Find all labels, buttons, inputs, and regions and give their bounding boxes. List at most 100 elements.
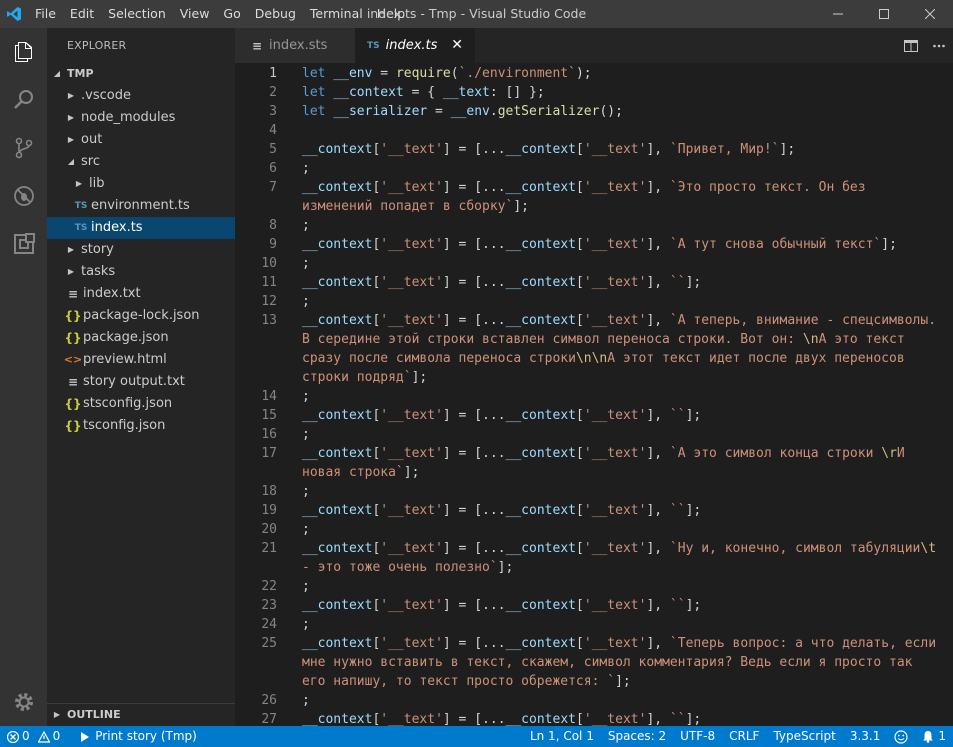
code-token: __text [442, 85, 490, 100]
code-line: 15 __context['__text'] = [...__context['_… [235, 406, 953, 425]
code-editor[interactable]: 1 let __env = require(`./environment`); 2 l… [235, 63, 953, 726]
code-token: '__text' [583, 275, 647, 290]
notifications[interactable]: 1 [915, 726, 953, 747]
menu-terminal[interactable]: Terminal [303, 0, 370, 28]
tree-item[interactable]: ≡ index.txt [47, 283, 235, 305]
gear-icon[interactable] [0, 678, 47, 726]
line-number: 5 [269, 142, 277, 157]
tab-index-ts[interactable]: TS index.ts ✕ [355, 28, 475, 63]
bell-icon [923, 731, 934, 743]
menu-edit[interactable]: Edit [63, 0, 101, 28]
line-number: 27 [261, 712, 277, 726]
minimize-icon[interactable] [815, 0, 861, 28]
close-icon[interactable] [907, 0, 953, 28]
code-token: '__text' [583, 712, 647, 726]
smiley-icon[interactable] [887, 729, 915, 744]
tree-item[interactable]: {} package.json [47, 327, 235, 349]
search-icon[interactable] [0, 76, 47, 124]
cursor-position[interactable]: Ln 1, Col 1 [523, 726, 601, 747]
chevron-down-icon: ◢ [67, 157, 75, 166]
file-lines-icon: ≡ [67, 287, 79, 301]
code-token: ], [646, 541, 670, 556]
menu-selection[interactable]: Selection [101, 0, 173, 28]
code-token: ]; [685, 408, 702, 423]
line-number: 20 [261, 522, 277, 537]
line-number: 17 [261, 446, 277, 461]
warning-count: 0 [52, 729, 61, 743]
tree-item[interactable]: ▶ node_modules [47, 107, 235, 129]
tree-item[interactable]: ▶ .vscode [47, 85, 235, 107]
tree-item-label: index.ts [91, 220, 143, 235]
extensions-icon[interactable] [0, 220, 47, 268]
typescript-version[interactable]: 3.3.1 [843, 726, 888, 747]
code-token: '__text' [583, 598, 647, 613]
menu-view[interactable]: View [173, 0, 217, 28]
code-token: `Привет, Мир!` [669, 142, 780, 157]
code-text: ; [302, 216, 310, 235]
explorer-header: EXPLORER [67, 39, 127, 52]
code-token: ]; [685, 275, 702, 290]
tree-item[interactable]: <> preview.html [47, 349, 235, 371]
outline-section[interactable]: ▶ OUTLINE [47, 703, 235, 726]
code-line: 4 [235, 121, 953, 140]
code-token: ] = [... [442, 313, 506, 328]
code-token: \n [802, 332, 819, 347]
line-number: 4 [269, 123, 277, 138]
code-token: __context [505, 313, 576, 328]
menu-go[interactable]: Go [216, 0, 247, 28]
play-icon [81, 731, 90, 742]
code-line: 9 __context['__text'] = [...__context['__… [235, 235, 953, 254]
code-token: ], [646, 712, 670, 726]
line-ending[interactable]: CRLF [722, 726, 766, 747]
code-text: __context['__text'] = [...__context['__t… [302, 444, 905, 463]
run-task-button[interactable]: Print story (Tmp) [73, 726, 204, 747]
tree-item[interactable]: ◢ src [47, 151, 235, 173]
tree-item[interactable]: ▶ out [47, 129, 235, 151]
code-text: В середине этой строки вставлен символ п… [302, 330, 905, 349]
code-token: __context [302, 446, 373, 461]
code-token: __context [505, 541, 576, 556]
encoding[interactable]: UTF-8 [673, 726, 722, 747]
tree-item[interactable]: TS index.ts [47, 217, 235, 239]
menu-debug[interactable]: Debug [248, 0, 303, 28]
folder-root-tmp[interactable]: ◢ TMP [47, 63, 235, 85]
code-line: мне нужно вставить в текст, скажем, симв… [235, 653, 953, 672]
maximize-icon[interactable] [861, 0, 907, 28]
split-editor-icon[interactable] [897, 39, 925, 53]
warning-icon [37, 730, 50, 743]
line-number: 1 [269, 66, 277, 81]
code-token: __context [302, 598, 373, 613]
code-token: __env [333, 66, 373, 81]
menu-help[interactable]: Help [370, 0, 413, 28]
more-actions-icon[interactable] [925, 39, 953, 53]
code-token: __context [505, 408, 576, 423]
indentation[interactable]: Spaces: 2 [601, 726, 673, 747]
menu-file[interactable]: File [28, 0, 63, 28]
tree-item[interactable]: ≡ story output.txt [47, 371, 235, 393]
tree-item[interactable]: {} tsconfig.json [47, 415, 235, 437]
debug-icon[interactable] [0, 172, 47, 220]
problems-indicator[interactable]: 0 0 [0, 726, 67, 747]
tree-item[interactable]: ▶ lib [47, 173, 235, 195]
tree-item[interactable]: ▶ tasks [47, 261, 235, 283]
line-number: 11 [261, 275, 277, 290]
code-token: ; [302, 484, 310, 499]
code-line: 6; [235, 159, 953, 178]
files-icon[interactable] [0, 28, 47, 76]
code-line: изменений попадет в сборку`]; [235, 197, 953, 216]
code-token: ], [646, 446, 670, 461]
code-token: __context [505, 446, 576, 461]
code-token: [ [575, 446, 584, 461]
tree-item[interactable]: {} stsconfig.json [47, 393, 235, 415]
code-token: __context [302, 180, 373, 195]
tab-index-sts[interactable]: ≡ index.sts [235, 28, 355, 63]
code-token: изменений попадет в сборку` [302, 199, 514, 214]
code-token: `` [669, 712, 686, 726]
language-mode[interactable]: TypeScript [766, 726, 842, 747]
tree-item[interactable]: {} package-lock.json [47, 305, 235, 327]
tree-item[interactable]: ▶ story [47, 239, 235, 261]
close-icon[interactable]: ✕ [451, 28, 463, 63]
source-control-icon[interactable] [0, 124, 47, 172]
tree-item[interactable]: TS environment.ts [47, 195, 235, 217]
code-token: `` [669, 598, 686, 613]
